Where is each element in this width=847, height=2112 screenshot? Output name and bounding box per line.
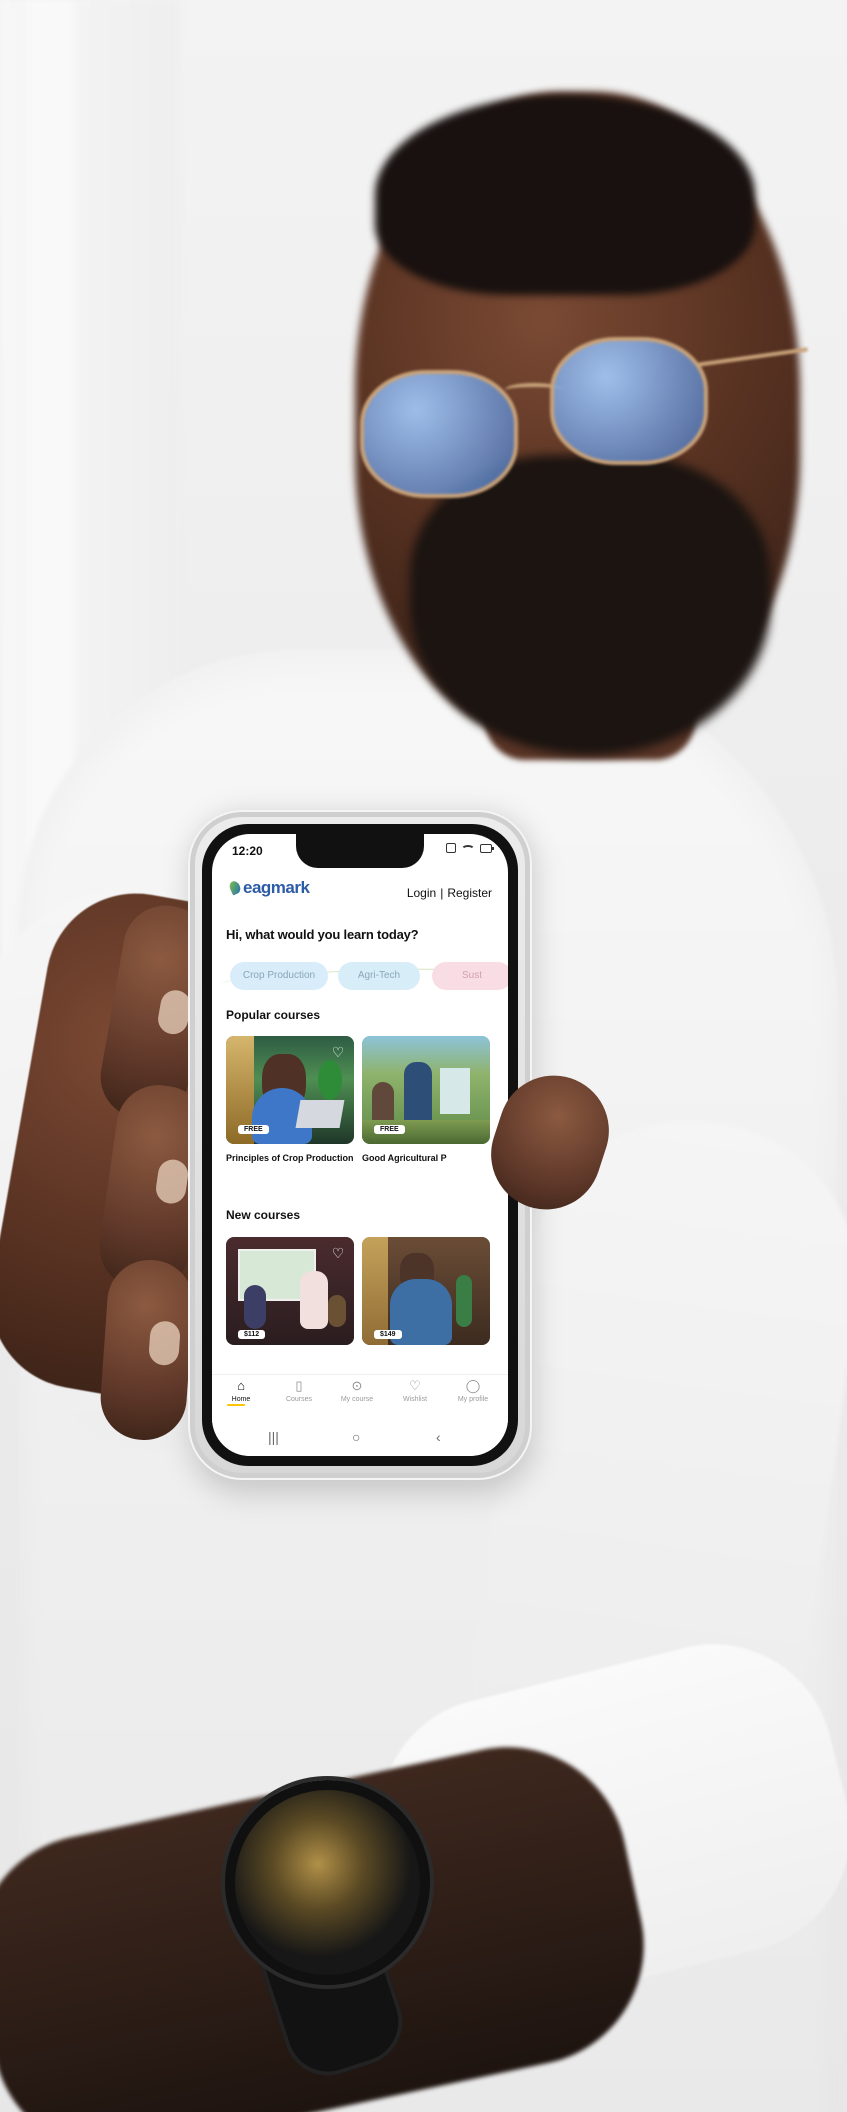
logo: eagmark — [227, 878, 310, 897]
nav-my-profile[interactable]: ◯ My profile — [444, 1378, 502, 1404]
network-icon — [446, 843, 456, 853]
home-button[interactable]: ○ — [352, 1430, 360, 1444]
logo-text: eagmark — [243, 878, 310, 897]
person-left-shape — [244, 1285, 266, 1329]
new-course-card-2[interactable]: $149 — [362, 1237, 490, 1375]
popular-course-thumbnail-2: FREE — [362, 1036, 490, 1144]
active-nav-indicator — [227, 1404, 245, 1406]
register-link[interactable]: Register — [447, 886, 492, 900]
app-header: eagmark Login | Register — [212, 868, 508, 916]
finger-middle-nail — [154, 1157, 190, 1206]
book-icon: ▯ — [295, 1378, 303, 1393]
back-button[interactable]: ‹ — [436, 1430, 441, 1444]
price-badge: $112 — [238, 1330, 266, 1339]
glasses-right-lens — [550, 337, 708, 465]
board-shape — [440, 1068, 470, 1114]
new-courses-title: New courses — [226, 1208, 301, 1222]
plant-shape — [318, 1060, 342, 1100]
bottom-navigation: ⌂ Home ▯ Courses ⊙ My course ♡ Wishlist — [212, 1374, 508, 1423]
android-system-navigation: ||| ○ ‹ — [212, 1422, 508, 1456]
popular-courses-row: ♡ FREE Principles of Crop Production FRE… — [226, 1036, 508, 1186]
phone-frame: 12:20 eagmark Login | Register Hi, what … — [202, 824, 518, 1466]
new-course-card-1[interactable]: ♡ $112 — [226, 1237, 354, 1375]
category-chip-crop-production[interactable]: Crop Production — [230, 962, 328, 990]
wifi-icon — [461, 844, 475, 854]
home-icon: ⌂ — [237, 1378, 245, 1393]
free-badge: FREE — [374, 1125, 405, 1134]
wishlist-heart-icon[interactable]: ♡ — [330, 1245, 346, 1261]
shelf-shape — [362, 1237, 388, 1345]
finger-bottom-nail — [148, 1320, 182, 1367]
heart-icon: ♡ — [409, 1378, 421, 1393]
nav-my-course[interactable]: ⊙ My course — [328, 1378, 386, 1404]
status-icons — [446, 843, 494, 854]
nav-home[interactable]: ⌂ Home — [212, 1378, 270, 1406]
person-hair — [375, 95, 755, 295]
price-badge: $149 — [374, 1330, 402, 1339]
popular-course-card-1[interactable]: ♡ FREE Principles of Crop Production — [226, 1036, 354, 1174]
app-screen: 12:20 eagmark Login | Register Hi, what … — [212, 834, 508, 1456]
glasses-left-lens — [360, 370, 518, 498]
watch-face — [225, 1780, 430, 1985]
new-course-thumbnail-2: $149 — [362, 1237, 490, 1345]
auth-links: Login | Register — [407, 886, 492, 900]
course-image-researcher — [362, 1237, 490, 1345]
laptop-shape — [295, 1100, 345, 1128]
nav-my-course-label: My course — [340, 1396, 374, 1403]
category-chip-sustainability[interactable]: Sust — [432, 962, 508, 990]
nav-courses-label: Courses — [285, 1396, 313, 1403]
popular-courses-title: Popular courses — [226, 1008, 321, 1022]
person-right-shape — [328, 1295, 346, 1327]
popular-course-thumbnail-1: ♡ FREE — [226, 1036, 354, 1144]
person-beard — [410, 455, 770, 755]
course-title: Principles of Crop Production — [226, 1153, 354, 1163]
course-title: Good Agricultural P — [362, 1153, 447, 1163]
nav-wishlist[interactable]: ♡ Wishlist — [386, 1378, 444, 1404]
battery-icon — [480, 843, 494, 853]
presenter-shape — [300, 1271, 328, 1329]
phone-notch — [296, 834, 424, 868]
nav-courses[interactable]: ▯ Courses — [270, 1378, 328, 1404]
nav-home-label: Home — [231, 1396, 251, 1403]
auth-separator: | — [440, 886, 444, 900]
user-icon: ◯ — [465, 1378, 481, 1393]
play-circle-icon: ⊙ — [351, 1378, 363, 1393]
free-badge: FREE — [238, 1125, 269, 1134]
category-chips: Crop Production Agri-Tech Sust — [220, 962, 508, 994]
nav-wishlist-label: Wishlist — [402, 1396, 428, 1403]
plant-shape — [456, 1275, 472, 1327]
status-time: 12:20 — [232, 844, 263, 858]
new-courses-row: ♡ $112 $149 — [226, 1237, 508, 1387]
new-course-thumbnail-1: ♡ $112 — [226, 1237, 354, 1345]
logo-leaf-icon — [227, 879, 243, 896]
finger-bottom — [97, 1257, 197, 1443]
wishlist-heart-icon[interactable]: ♡ — [330, 1044, 346, 1060]
nav-my-profile-label: My profile — [457, 1396, 489, 1403]
popular-course-card-2[interactable]: FREE Good Agricultural P — [362, 1036, 490, 1174]
category-chip-agri-tech[interactable]: Agri-Tech — [338, 962, 420, 990]
glasses-temple — [698, 347, 808, 367]
login-link[interactable]: Login — [407, 886, 436, 900]
glasses — [360, 325, 830, 498]
greeting-text: Hi, what would you learn today? — [226, 927, 419, 942]
photo-scene: 12:20 eagmark Login | Register Hi, what … — [0, 0, 847, 2112]
recent-apps-button[interactable]: ||| — [268, 1430, 279, 1444]
